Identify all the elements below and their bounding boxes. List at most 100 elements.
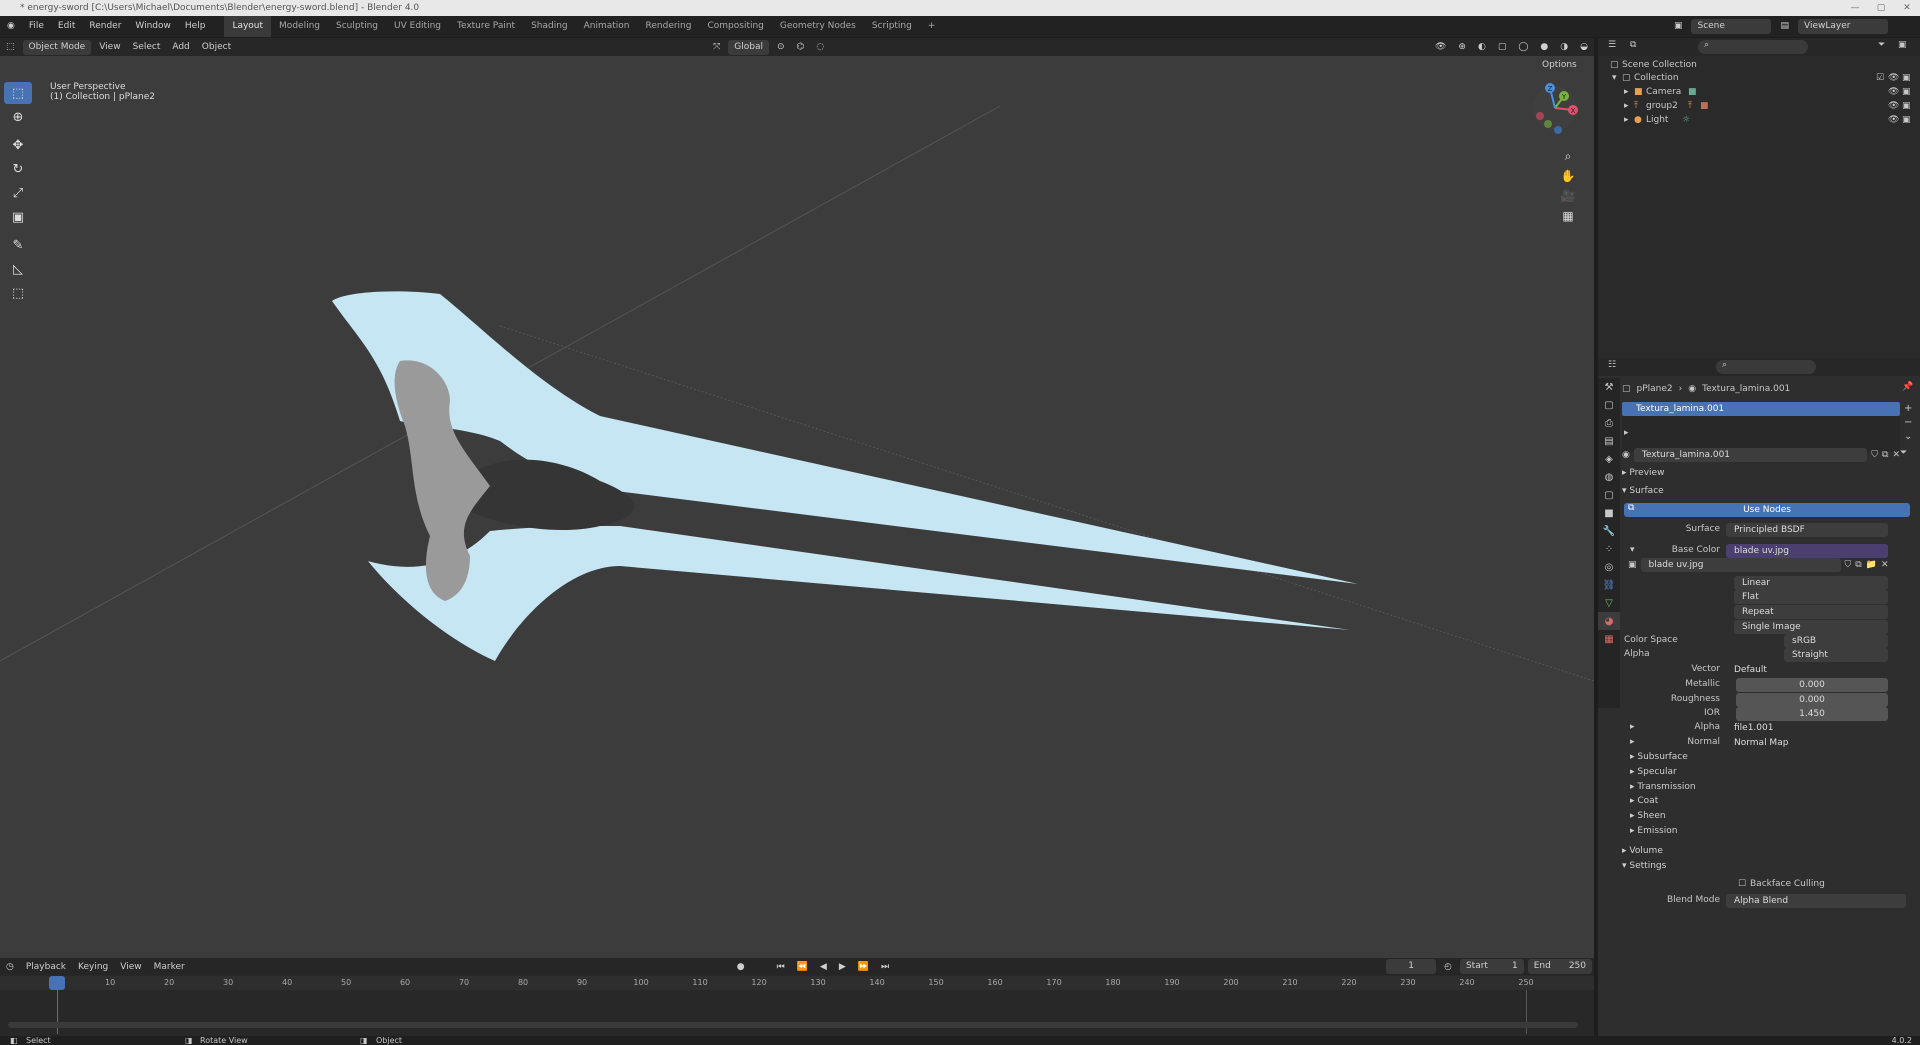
image-open-icon[interactable]: 📁 (1866, 560, 1877, 570)
output-tab-icon[interactable]: ⎙ (1598, 414, 1620, 432)
end-frame-field[interactable]: End 250 (1527, 959, 1592, 974)
alpha-mode-select[interactable]: Straight (1784, 648, 1888, 662)
next-keyframe-icon[interactable]: ⏩ (852, 962, 875, 972)
vector-field[interactable]: Default (1726, 663, 1888, 677)
outliner-row-light[interactable]: ▸ ● Light ☼ 👁 ▣ (1598, 113, 1920, 128)
material-slot-list[interactable]: Textura_lamina.001 (1622, 402, 1900, 452)
visibility-icon[interactable]: 👁 (1429, 42, 1452, 52)
duplicate-icon[interactable]: ⧉ (1882, 450, 1888, 460)
new-collection-icon[interactable]: ▣ (1898, 40, 1907, 50)
proportional-edit-icon[interactable]: ◌ (810, 42, 830, 52)
menu-object[interactable]: Object (196, 42, 237, 52)
xray-icon[interactable]: ▢ (1492, 42, 1513, 52)
image-fake-user-icon[interactable]: ⛉ (1845, 560, 1852, 570)
viewport-canvas[interactable] (0, 56, 1594, 958)
cursor-tool-icon[interactable]: ⊕ (4, 106, 32, 128)
view-layer-tab-icon[interactable]: ▤ (1598, 432, 1620, 450)
current-frame-field[interactable]: 1 (1386, 959, 1437, 974)
3d-viewport[interactable]: User Perspective (1) Collection | pPlane… (0, 56, 1594, 958)
record-icon[interactable]: ● (731, 962, 751, 972)
workspace-tab-rendering[interactable]: Rendering (638, 16, 700, 37)
unlink-icon[interactable]: ✕ (1892, 450, 1900, 460)
alpha-expand-icon[interactable]: ▸ (1630, 722, 1635, 732)
pivot-icon[interactable]: ⊙ (771, 42, 791, 52)
pan-hand-icon[interactable]: ✋ (1558, 166, 1578, 186)
jump-start-icon[interactable]: ⏮ (771, 962, 791, 972)
blend-mode-select[interactable]: Alpha Blend (1726, 894, 1906, 908)
scene-selector[interactable]: Scene (1691, 19, 1772, 34)
panel-preview[interactable]: ▸ Preview (1622, 468, 1664, 478)
workspace-tab-compositing[interactable]: Compositing (699, 16, 771, 37)
camera-view-icon[interactable]: 🎥 (1558, 186, 1578, 206)
expand-icon[interactable]: ▾ (1612, 71, 1617, 86)
overlay-icon[interactable]: ◐ (1472, 42, 1492, 52)
shading-wireframe-icon[interactable]: ◯ (1512, 42, 1534, 52)
color-space-select[interactable]: sRGB (1784, 634, 1888, 648)
fake-user-icon[interactable]: ⛉ (1871, 450, 1878, 460)
subpanel-transmission[interactable]: ▸ Transmission (1630, 782, 1696, 792)
base-color-field[interactable]: blade uv.jpg (1726, 544, 1888, 558)
object-tab-icon[interactable]: ■ (1598, 504, 1620, 522)
play-icon[interactable]: ▶ (833, 962, 852, 972)
viewlayer-selector[interactable]: ViewLayer (1798, 19, 1888, 34)
filter-icon[interactable]: ⏷ (1878, 40, 1885, 50)
move-tool-icon[interactable]: ✥ (4, 134, 32, 156)
image-unlink-icon[interactable]: ✕ (1881, 560, 1889, 570)
menu-timeline-view[interactable]: View (114, 962, 147, 972)
energy-sword-model[interactable] (332, 291, 1358, 661)
interpolation-select[interactable]: Linear (1734, 576, 1888, 590)
rotate-tool-icon[interactable]: ↻ (4, 158, 32, 180)
menu-edit[interactable]: Edit (51, 16, 82, 37)
menu-keying[interactable]: Keying (72, 962, 114, 972)
blender-logo-icon[interactable]: ◉ (0, 16, 22, 37)
subpanel-coat[interactable]: ▸ Coat (1630, 796, 1658, 806)
frame-ruler[interactable]: 1102030405060708090100110120130140150160… (0, 976, 1594, 990)
outliner-search-input[interactable] (1698, 40, 1808, 54)
eye-icon[interactable]: 👁 (1888, 85, 1899, 100)
annotate-tool-icon[interactable]: ✎ (4, 234, 32, 256)
playhead[interactable] (49, 976, 65, 990)
gizmo-icon[interactable]: ⊕ (1452, 42, 1472, 52)
eye-icon[interactable]: 👁 (1888, 99, 1899, 114)
workspace-tab-layout[interactable]: Layout (224, 16, 272, 37)
shading-material-icon[interactable]: ◑ (1554, 42, 1574, 52)
workspace-tab-geometry-nodes[interactable]: Geometry Nodes (772, 16, 864, 37)
properties-editor-icon[interactable]: ☷ (1608, 360, 1616, 370)
material-tab-icon[interactable]: ◕ (1598, 612, 1620, 630)
menu-select[interactable]: Select (127, 42, 167, 52)
zoom-icon[interactable]: ⌕ (1558, 146, 1578, 166)
camera-render-icon[interactable]: ▣ (1902, 71, 1911, 86)
image-duplicate-icon[interactable]: ⧉ (1855, 560, 1861, 570)
editor-type-icon[interactable]: ⬚ (0, 42, 21, 52)
surface-field[interactable]: Principled BSDF (1726, 523, 1888, 537)
add-slot-icon[interactable]: + (1904, 402, 1912, 416)
use-nodes-button[interactable]: Use Nodes (1624, 503, 1910, 517)
pin-icon[interactable]: 📌 (1902, 382, 1913, 392)
workspace-tab-sculpting[interactable]: Sculpting (328, 16, 386, 37)
projection-select[interactable]: Flat (1734, 590, 1888, 604)
modifier-tab-icon[interactable]: 🔧 (1598, 522, 1620, 540)
source-select[interactable]: Single Image (1734, 620, 1888, 634)
data-tab-icon[interactable]: ▽ (1598, 594, 1620, 612)
workspace-tab-scripting[interactable]: Scripting (864, 16, 920, 37)
snap-icon[interactable]: ⌬ (791, 42, 811, 52)
material-slot-item[interactable]: Textura_lamina.001 (1622, 402, 1900, 416)
image-browse-icon[interactable]: ▣ (1628, 560, 1637, 570)
camera-render-icon[interactable]: ▣ (1902, 99, 1911, 114)
navigation-gizmo[interactable]: X Y Z (1530, 80, 1580, 136)
expand-list-icon[interactable]: ▸ (1624, 428, 1629, 438)
measure-tool-icon[interactable]: ◺ (4, 258, 32, 280)
roughness-slider[interactable]: 0.000 (1736, 693, 1888, 707)
subpanel-subsurface[interactable]: ▸ Subsurface (1630, 752, 1688, 762)
eye-icon[interactable]: 👁 (1888, 113, 1899, 128)
menu-playback[interactable]: Playback (20, 962, 72, 972)
render-tab-icon[interactable]: ▢ (1598, 396, 1620, 414)
maximize-button[interactable]: ▢ (1868, 0, 1894, 16)
menu-window[interactable]: Window (128, 16, 178, 37)
texture-tab-icon[interactable]: ▦ (1598, 630, 1620, 648)
metallic-slider[interactable]: 0.000 (1736, 678, 1888, 692)
extension-select[interactable]: Repeat (1734, 605, 1888, 619)
outliner-editor-icon[interactable]: ☰ (1608, 40, 1616, 50)
workspace-tab-shading[interactable]: Shading (523, 16, 576, 37)
funnel-icon[interactable]: ⏷ (1900, 448, 1907, 458)
